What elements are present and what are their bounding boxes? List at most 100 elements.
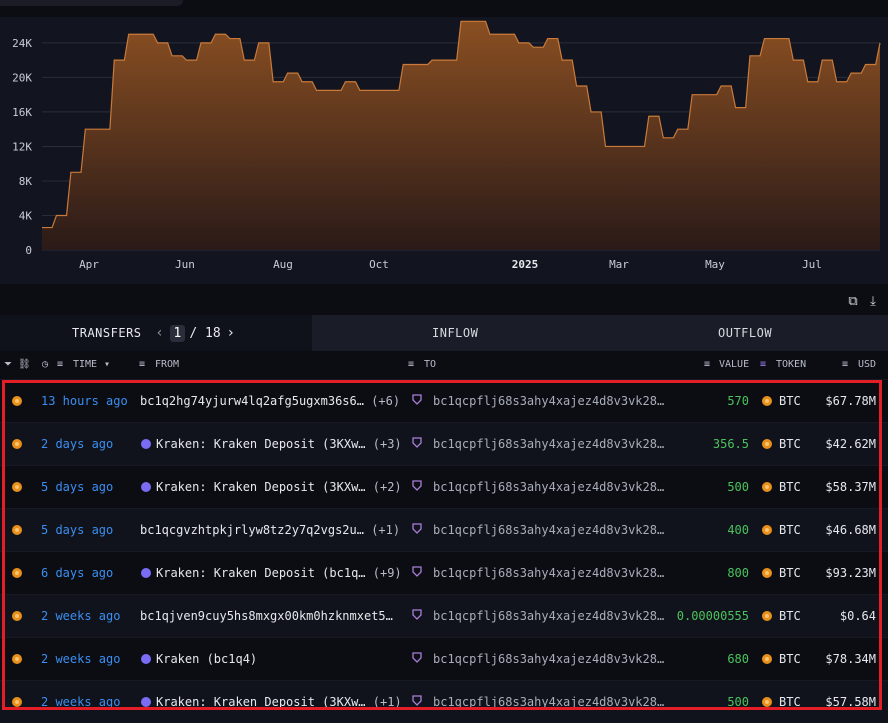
row-token[interactable]: BTC — [779, 437, 801, 451]
filter-icon[interactable]: ≡ — [842, 359, 848, 370]
table-row[interactable]: 13 hours ago bc1q2hg74yjurw4lq2afg5ugxm3… — [0, 379, 888, 422]
filter-icon[interactable]: ≡ — [760, 359, 766, 370]
row-from-address[interactable]: bc1qjven9cuy5hs8mxgx00km0hzknmxet5… — [140, 609, 393, 623]
filter-icon[interactable]: ≡ — [704, 359, 710, 370]
table-row[interactable]: 6 days ago Kraken: Kraken Deposit (bc1q…… — [0, 551, 888, 594]
row-token[interactable]: BTC — [779, 523, 801, 537]
row-from-address[interactable]: Kraken: Kraken Deposit (3KXw… — [156, 480, 366, 494]
row-to[interactable]: bc1qcpflj68s3ahy4xajez4d8v3vk28… — [433, 523, 664, 537]
row-from[interactable]: bc1qcgvzhtpkjrlyw8tz2y7q2vgs2u… (+1) — [140, 523, 400, 537]
row-from[interactable]: Kraken: Kraken Deposit (3KXw… (+2) — [156, 480, 402, 494]
row-from-more[interactable]: (+2) — [373, 480, 402, 494]
row-token[interactable]: BTC — [779, 566, 801, 580]
row-to[interactable]: bc1qcpflj68s3ahy4xajez4d8v3vk28… — [433, 437, 664, 451]
col-usd[interactable]: USD — [858, 359, 876, 370]
table-row[interactable]: 2 weeks ago Kraken: Kraken Deposit (3KXw… — [0, 680, 888, 723]
download-icon[interactable]: ⤓ — [866, 295, 880, 309]
row-from[interactable]: Kraken: Kraken Deposit (3KXw… (+3) — [156, 437, 402, 451]
col-time[interactable]: TIME — [73, 359, 97, 370]
chevron-left-icon[interactable]: ‹ — [154, 325, 166, 341]
kraken-icon — [141, 439, 151, 449]
tab-outflow[interactable]: OUTFLOW — [718, 326, 772, 340]
bitcoin-icon — [12, 439, 22, 449]
y-tick-label: 12K — [12, 140, 32, 153]
table-row[interactable]: 5 days ago bc1qcgvzhtpkjrlyw8tz2y7q2vgs2… — [0, 508, 888, 551]
row-time[interactable]: 6 days ago — [41, 566, 113, 580]
link-icon[interactable]: ⛓ — [18, 359, 31, 370]
row-usd: $46.68M — [825, 523, 876, 537]
entity-icon — [412, 609, 422, 620]
x-tick-label: May — [705, 258, 725, 271]
row-from-more[interactable]: (+3) — [373, 437, 402, 451]
row-from[interactable]: bc1q2hg74yjurw4lq2afg5ugxm36s6… (+6) — [140, 394, 400, 408]
row-to[interactable]: bc1qcpflj68s3ahy4xajez4d8v3vk28… — [433, 652, 664, 666]
table-row[interactable]: 2 days ago Kraken: Kraken Deposit (3KXw…… — [0, 422, 888, 465]
row-from-more[interactable]: (+1) — [373, 695, 402, 709]
row-value: 0.00000555 — [676, 609, 749, 623]
row-from-more[interactable]: (+9) — [373, 566, 402, 580]
row-from-address[interactable]: Kraken: Kraken Deposit (3KXw… — [156, 437, 366, 451]
row-time[interactable]: 5 days ago — [41, 480, 113, 494]
page-current[interactable]: 1 — [169, 324, 186, 342]
row-time[interactable]: 2 weeks ago — [41, 609, 120, 623]
row-usd: $78.34M — [825, 652, 876, 666]
x-tick-label: Mar — [609, 258, 629, 271]
chevron-right-icon[interactable]: › — [225, 325, 237, 341]
x-tick-label: Jun — [175, 258, 195, 271]
row-from-address[interactable]: Kraken: Kraken Deposit (bc1q… — [156, 566, 366, 580]
clock-icon: ◷ — [42, 359, 49, 370]
bitcoin-icon — [12, 482, 22, 492]
row-value: 400 — [727, 523, 749, 537]
tab-transfers[interactable]: TRANSFERS ‹ 1 / 18 › — [0, 315, 312, 351]
row-from-address[interactable]: bc1qcgvzhtpkjrlyw8tz2y7q2vgs2u… — [140, 523, 364, 537]
filter-icon[interactable]: ≡ — [57, 359, 63, 370]
row-from[interactable]: Kraken (bc1q4) — [156, 652, 257, 666]
row-usd: $0.64 — [839, 609, 876, 623]
row-token[interactable]: BTC — [779, 609, 801, 623]
entity-icon — [412, 695, 422, 706]
row-from-more[interactable]: (+6) — [371, 394, 400, 408]
row-from-more[interactable]: (+1) — [371, 523, 400, 537]
filter-icon[interactable]: ⏷ — [4, 359, 12, 370]
row-token[interactable]: BTC — [779, 695, 801, 709]
filter-icon[interactable]: ≡ — [139, 359, 145, 370]
row-from-address[interactable]: bc1q2hg74yjurw4lq2afg5ugxm36s6… — [140, 394, 364, 408]
row-time[interactable]: 5 days ago — [41, 523, 113, 537]
kraken-icon — [141, 697, 151, 707]
row-token[interactable]: BTC — [779, 480, 801, 494]
table-row[interactable]: 2 weeks ago Kraken (bc1q4) bc1qcpflj68s3… — [0, 637, 888, 680]
row-to[interactable]: bc1qcpflj68s3ahy4xajez4d8v3vk28… — [433, 695, 664, 709]
row-from[interactable]: bc1qjven9cuy5hs8mxgx00km0hzknmxet5… — [140, 609, 393, 623]
row-from[interactable]: Kraken: Kraken Deposit (3KXw… (+1) — [156, 695, 402, 709]
row-to[interactable]: bc1qcpflj68s3ahy4xajez4d8v3vk28… — [433, 394, 664, 408]
filter-icon[interactable]: ≡ — [408, 359, 414, 370]
row-from-address[interactable]: Kraken: Kraken Deposit (3KXw… — [156, 695, 366, 709]
row-time[interactable]: 13 hours ago — [41, 394, 128, 408]
top-strip — [0, 0, 183, 6]
row-to[interactable]: bc1qcpflj68s3ahy4xajez4d8v3vk28… — [433, 566, 664, 580]
row-to[interactable]: bc1qcpflj68s3ahy4xajez4d8v3vk28… — [433, 609, 664, 623]
col-from: FROM — [155, 359, 180, 370]
row-to[interactable]: bc1qcpflj68s3ahy4xajez4d8v3vk28… — [433, 480, 664, 494]
row-time[interactable]: 2 weeks ago — [41, 695, 120, 709]
row-from-address[interactable]: Kraken (bc1q4) — [156, 652, 257, 666]
sort-down-icon[interactable]: ▾ — [104, 359, 110, 370]
entity-icon — [412, 437, 422, 448]
bitcoin-icon — [762, 525, 772, 535]
col-value[interactable]: VALUE — [719, 359, 749, 370]
row-from[interactable]: Kraken: Kraken Deposit (bc1q… (+9) — [156, 566, 402, 580]
entity-icon — [412, 566, 422, 577]
row-value: 680 — [727, 652, 749, 666]
row-token[interactable]: BTC — [779, 394, 801, 408]
y-tick-label: 16K — [12, 106, 32, 119]
row-time[interactable]: 2 weeks ago — [41, 652, 120, 666]
row-time[interactable]: 2 days ago — [41, 437, 113, 451]
entity-icon — [412, 523, 422, 534]
table-row[interactable]: 5 days ago Kraken: Kraken Deposit (3KXw…… — [0, 465, 888, 508]
y-tick-label: 8K — [19, 175, 33, 188]
row-token[interactable]: BTC — [779, 652, 801, 666]
table-row[interactable]: 2 weeks ago bc1qjven9cuy5hs8mxgx00km0hzk… — [0, 594, 888, 637]
copy-icon[interactable]: ⧉ — [846, 295, 860, 309]
tab-inflow[interactable]: INFLOW — [432, 326, 478, 340]
entity-icon — [412, 480, 422, 491]
